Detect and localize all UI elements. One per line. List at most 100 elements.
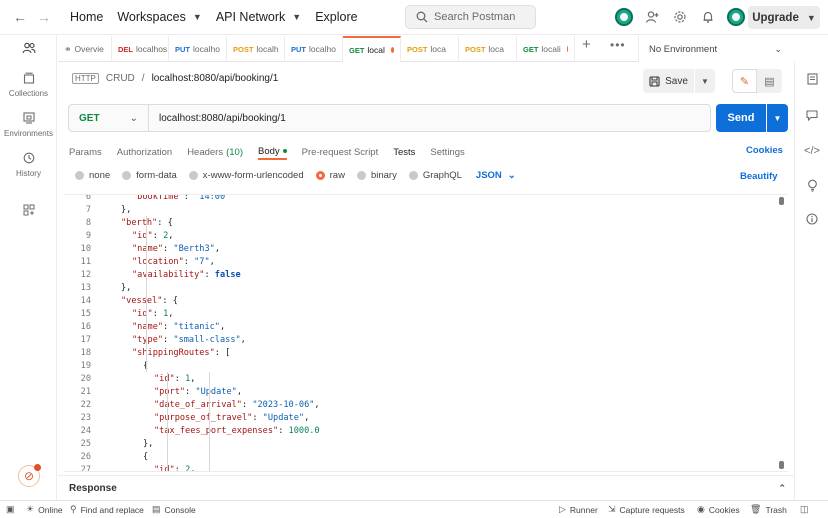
status-runner[interactable]: ▷ Runner — [559, 504, 598, 515]
breadcrumb-collection[interactable]: CRUD — [106, 73, 135, 84]
method-label: GET — [79, 112, 100, 124]
tab-body[interactable]: Body — [258, 144, 287, 160]
chevron-down-icon: ▼ — [773, 113, 782, 123]
send-dropdown-button[interactable]: ▼ — [767, 104, 788, 132]
sidebar-item-team[interactable] — [0, 41, 57, 55]
postbot-icon[interactable] — [614, 7, 634, 27]
environment-selector[interactable]: No Environment ⌄ — [638, 36, 792, 62]
code-line: 16 "name": "titanic", — [64, 320, 764, 333]
tab-headers[interactable]: Headers (10) — [187, 144, 243, 160]
beautify-link[interactable]: Beautify — [740, 171, 777, 182]
response-panel-header[interactable]: Response ⌃ — [58, 475, 794, 500]
format-selector[interactable]: JSON ⌄ — [476, 170, 516, 181]
code-editor[interactable]: 6 "bookTime": "14:00" 7}, 8 "berth": {9 "id":… — [64, 194, 788, 472]
editor-scrollbar[interactable] — [779, 197, 784, 469]
body-type-graphql[interactable]: GraphQL — [408, 170, 462, 181]
settings-gear-icon[interactable] — [670, 7, 690, 27]
radio-form-data[interactable] — [122, 171, 132, 180]
user-avatar-image — [727, 8, 745, 26]
back-arrow-icon[interactable]: ← — [10, 9, 30, 25]
scrollbar-down[interactable] — [779, 461, 784, 469]
layout-toggle[interactable]: ▣ — [6, 504, 15, 515]
status-trash[interactable]: 🗑 Trash — [750, 504, 787, 515]
save-button[interactable]: Save — [643, 69, 694, 93]
cookies-link[interactable]: Cookies — [746, 145, 783, 156]
new-tab-plus-icon[interactable]: + — [582, 36, 591, 53]
radio-binary[interactable] — [356, 171, 366, 180]
lightbulb-icon[interactable] — [805, 178, 819, 192]
body-type-form-data[interactable]: form-data — [122, 170, 177, 181]
code-line: 7}, — [64, 203, 764, 216]
status-capture[interactable]: ⇲ Capture requests — [608, 504, 685, 515]
tab-label: Overvie — [74, 44, 104, 54]
radio-none[interactable] — [75, 171, 84, 180]
scrollbar-up[interactable] — [779, 197, 784, 205]
nav-home[interactable]: Home — [70, 10, 103, 24]
radio-graphql[interactable] — [408, 171, 418, 180]
tab-request[interactable]: GET locali — [517, 36, 575, 62]
upgrade-button[interactable]: Upgrade ▼ — [748, 6, 820, 29]
status-layout-right[interactable]: ◫ — [800, 504, 809, 515]
url-input[interactable] — [149, 105, 710, 131]
save-dropdown-button[interactable]: ▼ — [695, 69, 715, 93]
tab-tests[interactable]: Tests — [393, 144, 415, 160]
code-text: "vessel": { — [121, 295, 178, 306]
radio-urlencoded[interactable] — [188, 171, 198, 180]
edit-pencil-button[interactable]: ✎ — [732, 69, 757, 93]
forward-arrow-icon[interactable]: → — [34, 9, 54, 25]
tab-request[interactable]: POST localh — [227, 36, 285, 62]
search-bar[interactable]: Search Postman — [405, 5, 536, 29]
code-icon[interactable]: </> — [804, 144, 820, 158]
status-cookies[interactable]: ◉ Cookies — [697, 504, 740, 515]
sidebar-item-apps[interactable] — [0, 203, 57, 217]
user-avatar[interactable] — [726, 7, 746, 27]
notification-bell-icon[interactable] — [698, 7, 718, 27]
nav-workspaces[interactable]: Workspaces ▼ — [117, 10, 201, 24]
info-icon[interactable] — [805, 212, 819, 226]
tab-method: POST — [233, 44, 254, 54]
tab-prerequest-script[interactable]: Pre-request Script — [302, 144, 379, 160]
body-type-label: GraphQL — [422, 170, 462, 181]
breadcrumb-request-name[interactable]: localhost:8080/api/booking/1 — [152, 73, 279, 84]
tab-authorization[interactable]: Authorization — [117, 144, 172, 160]
code-line: 20 "id": 1, — [64, 372, 764, 385]
invite-user-icon[interactable] — [642, 7, 662, 27]
tab-label: localho — [309, 44, 336, 54]
nav-explore[interactable]: Explore — [315, 10, 357, 24]
sidebar-item-environments[interactable]: Environments — [0, 111, 57, 138]
online-icon: ☀ — [26, 504, 35, 514]
comment-view-button[interactable]: ▤ — [757, 69, 782, 93]
body-type-urlencoded[interactable]: x-www-form-urlencoded — [188, 170, 304, 181]
tab-request[interactable]: POST loca — [459, 36, 517, 62]
chevron-up-icon[interactable]: ⌃ — [778, 483, 786, 494]
status-console[interactable]: ▤ Console — [152, 504, 196, 515]
code-line: 10 "name": "Berth3", — [64, 242, 764, 255]
status-label: Find and replace — [80, 504, 144, 515]
tab-request[interactable]: PUT localho — [285, 36, 343, 62]
tab-request[interactable]: POST loca — [401, 36, 459, 62]
tab-settings[interactable]: Settings — [430, 144, 464, 160]
status-find-replace[interactable]: ⚲ Find and replace — [70, 504, 144, 515]
tab-request-active[interactable]: GET local — [343, 36, 401, 62]
more-tabs-icon[interactable]: ••• — [610, 38, 626, 52]
method-selector[interactable]: GET ⌄ — [69, 105, 149, 131]
sidebar-item-collections[interactable]: Collections — [0, 71, 57, 98]
tab-overview[interactable]: ⚭ Overvie — [58, 36, 112, 62]
documentation-icon[interactable] — [805, 72, 819, 86]
radio-raw[interactable] — [315, 171, 325, 180]
status-label: Console — [164, 504, 196, 515]
notification-dot — [34, 464, 41, 471]
send-button[interactable]: Send — [716, 104, 766, 132]
postbot-launcher-button[interactable]: ⊘ — [18, 464, 41, 487]
tab-request[interactable]: DEL localhos — [112, 36, 169, 62]
status-online[interactable]: ☀ Online — [26, 504, 63, 515]
tab-request[interactable]: PUT localho — [169, 36, 227, 62]
sidebar-item-history[interactable]: History — [0, 151, 57, 178]
nav-api-network[interactable]: API Network ▼ — [216, 10, 301, 24]
comments-icon[interactable] — [805, 108, 819, 122]
body-type-raw[interactable]: raw — [315, 170, 345, 181]
body-type-binary[interactable]: binary — [356, 170, 397, 181]
tab-params[interactable]: Params — [69, 144, 102, 160]
code-line: 9 "id": 2, — [64, 229, 764, 242]
body-type-none[interactable]: none — [75, 170, 110, 181]
